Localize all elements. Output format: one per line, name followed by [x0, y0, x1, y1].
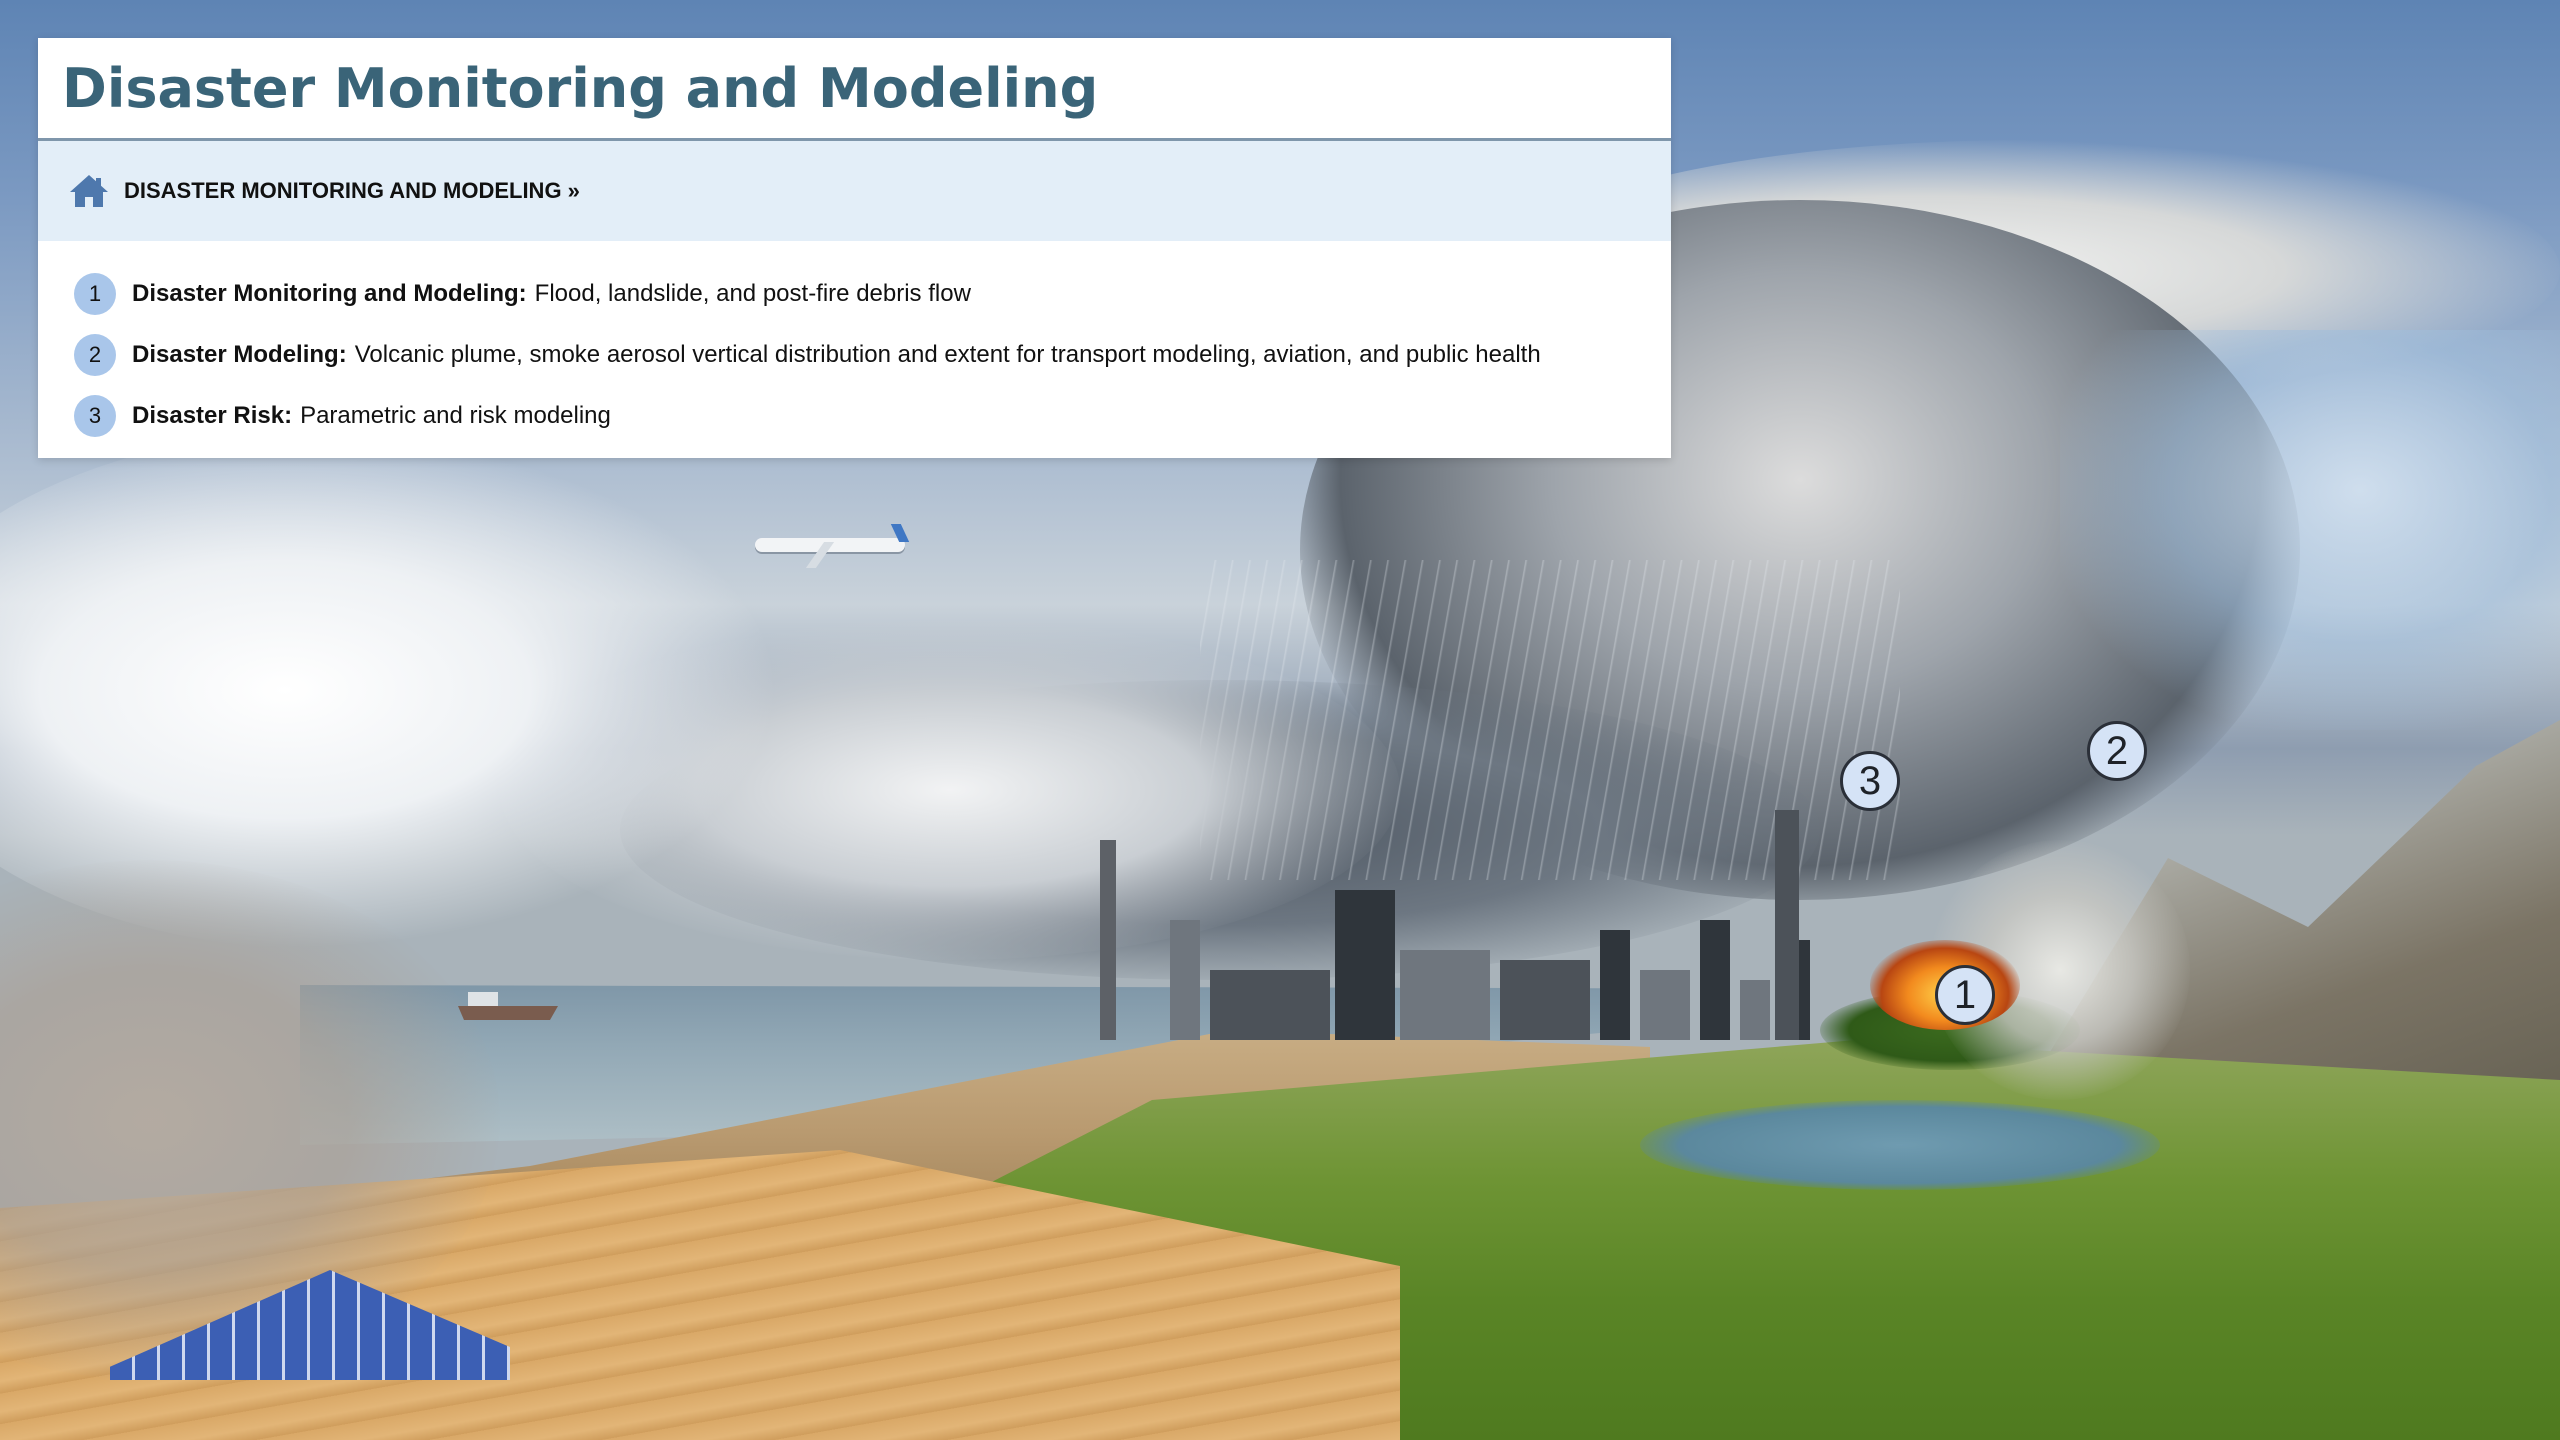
cargo-ship — [458, 986, 558, 1024]
item-text: Volcanic plume, smoke aerosol vertical d… — [354, 340, 1541, 368]
topic-list: 1 Disaster Monitoring and Modeling: Floo… — [38, 241, 1671, 446]
list-item: 3 Disaster Risk: Parametric and risk mod… — [74, 385, 1671, 446]
list-item: 2 Disaster Modeling: Volcanic plume, smo… — [74, 324, 1671, 385]
hotspot-marker-2[interactable]: 2 — [2087, 721, 2147, 781]
building — [1400, 950, 1490, 1040]
breadcrumb-link[interactable]: DISASTER MONITORING AND MODELING » — [124, 178, 580, 204]
list-item: 1 Disaster Monitoring and Modeling: Floo… — [74, 263, 1671, 324]
ship-hull — [458, 1006, 558, 1020]
hotspot-marker-1[interactable]: 1 — [1935, 965, 1995, 1025]
item-text: Parametric and risk modeling — [300, 401, 611, 429]
airplane — [745, 520, 915, 570]
building — [1600, 930, 1630, 1040]
building — [1210, 970, 1330, 1040]
building — [1170, 920, 1200, 1040]
item-label: Disaster Monitoring and Modeling: — [132, 279, 527, 307]
disaster-scene: 1 2 3 Disaster Monitoring and Modeling D… — [0, 0, 2560, 1440]
item-number-badge: 3 — [74, 394, 116, 437]
hotspot-marker-3[interactable]: 3 — [1840, 751, 1900, 811]
building — [1700, 920, 1730, 1040]
city-skyline — [1080, 760, 1840, 1040]
smokestack — [1100, 840, 1116, 1040]
building — [1335, 890, 1395, 1040]
breadcrumb: DISASTER MONITORING AND MODELING » — [38, 141, 1671, 241]
home-icon[interactable] — [68, 173, 110, 209]
page-title: Disaster Monitoring and Modeling — [38, 38, 1671, 141]
item-number-badge: 1 — [74, 272, 116, 315]
item-text: Flood, landslide, and post-fire debris f… — [534, 279, 971, 307]
building — [1500, 960, 1590, 1040]
ship-superstructure — [468, 992, 498, 1008]
building — [1640, 970, 1690, 1040]
snow-band — [2060, 330, 2560, 730]
lake — [1640, 1100, 2160, 1190]
item-number-badge: 2 — [74, 333, 116, 376]
tower — [1775, 810, 1799, 1040]
building — [1740, 980, 1770, 1040]
info-panel: Disaster Monitoring and Modeling DISASTE… — [38, 38, 1671, 458]
item-label: Disaster Modeling: — [132, 340, 347, 368]
item-label: Disaster Risk: — [132, 401, 293, 429]
